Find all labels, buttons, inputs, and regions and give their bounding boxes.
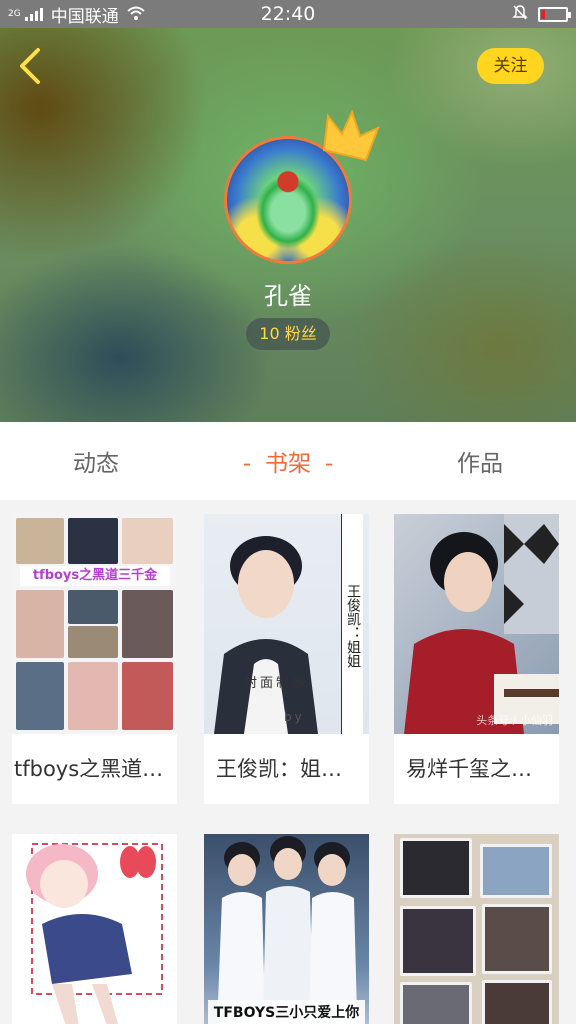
wifi-icon bbox=[127, 5, 145, 24]
battery-fill bbox=[541, 9, 545, 19]
book-cover: 王俊凯：姐姐 封面制作 by bbox=[204, 514, 369, 734]
profile-header: 关注 孔雀 10 粉丝 bbox=[0, 28, 576, 422]
book-card[interactable]: 头条号 / 小仙羽 易烊千玺之… bbox=[394, 514, 559, 804]
book-cover: tfboys之黑道三千金 bbox=[12, 514, 177, 734]
cover-photo bbox=[217, 836, 358, 1024]
tab-works[interactable]: 作品 bbox=[384, 444, 576, 478]
tab-dash-right: - bbox=[325, 451, 334, 477]
status-bar: 2G 中国联通 22:40 bbox=[0, 0, 576, 28]
cover-stamp: 封面制作 bbox=[244, 676, 309, 691]
tab-activity-label: 动态 bbox=[73, 451, 119, 477]
tab-bar: 动态 - 书架 - 作品 bbox=[0, 422, 576, 500]
carrier-name: 中国联通 bbox=[50, 6, 119, 27]
back-button[interactable] bbox=[16, 46, 52, 86]
book-card[interactable] bbox=[12, 834, 177, 1024]
cover-caption: TFBOYS三小只爱上你 bbox=[208, 1000, 365, 1024]
book-cover bbox=[12, 834, 177, 1024]
cover-watermark: 头条号 / 小仙羽 bbox=[476, 714, 553, 727]
network-type-label: 2G bbox=[8, 8, 21, 19]
follow-button[interactable]: 关注 bbox=[477, 48, 544, 84]
cover-by: by bbox=[284, 710, 305, 724]
cover-title-text: tfboys之黑道三千金 bbox=[20, 566, 170, 586]
tab-bookshelf-label: 书架 bbox=[265, 451, 311, 477]
cover-vertical-title: 王俊凯：姐姐 bbox=[341, 514, 363, 734]
nickname: 孔雀 bbox=[264, 282, 312, 310]
crown-icon bbox=[322, 110, 380, 162]
status-left: 2G 中国联通 bbox=[8, 2, 145, 27]
status-right bbox=[512, 4, 571, 24]
tab-activity[interactable]: 动态 bbox=[0, 444, 192, 478]
chevron-left-icon bbox=[20, 48, 40, 84]
book-card[interactable]: tfboys之黑道三千金 tfboys之黑道… bbox=[12, 514, 177, 804]
bookshelf-grid: tfboys之黑道三千金 tfboys之黑道… 王俊凯：姐姐 封面制作 by 王… bbox=[0, 500, 576, 1024]
tab-dash-left: - bbox=[242, 451, 251, 477]
mute-bell-icon bbox=[512, 4, 528, 24]
fans-count-badge[interactable]: 10 粉丝 bbox=[246, 318, 330, 350]
book-title: 王俊凯：姐… bbox=[216, 757, 342, 781]
book-cover bbox=[394, 834, 559, 1024]
signal-icon bbox=[24, 7, 43, 21]
book-cover: 头条号 / 小仙羽 bbox=[394, 514, 559, 734]
book-cover: TFBOYS三小只爱上你 bbox=[204, 834, 369, 1024]
book-card[interactable]: TFBOYS三小只爱上你 bbox=[204, 834, 369, 1024]
cover-illustration bbox=[26, 843, 163, 1024]
book-title: tfboys之黑道… bbox=[14, 757, 164, 781]
tab-bookshelf[interactable]: - 书架 - bbox=[192, 444, 384, 478]
cover-portrait bbox=[404, 514, 559, 734]
book-card[interactable]: 王俊凯：姐姐 封面制作 by 王俊凯：姐… bbox=[204, 514, 369, 804]
battery-icon bbox=[538, 6, 571, 22]
book-title: 易烊千玺之… bbox=[406, 757, 532, 781]
tab-works-label: 作品 bbox=[457, 451, 503, 477]
book-card[interactable] bbox=[394, 834, 559, 1024]
